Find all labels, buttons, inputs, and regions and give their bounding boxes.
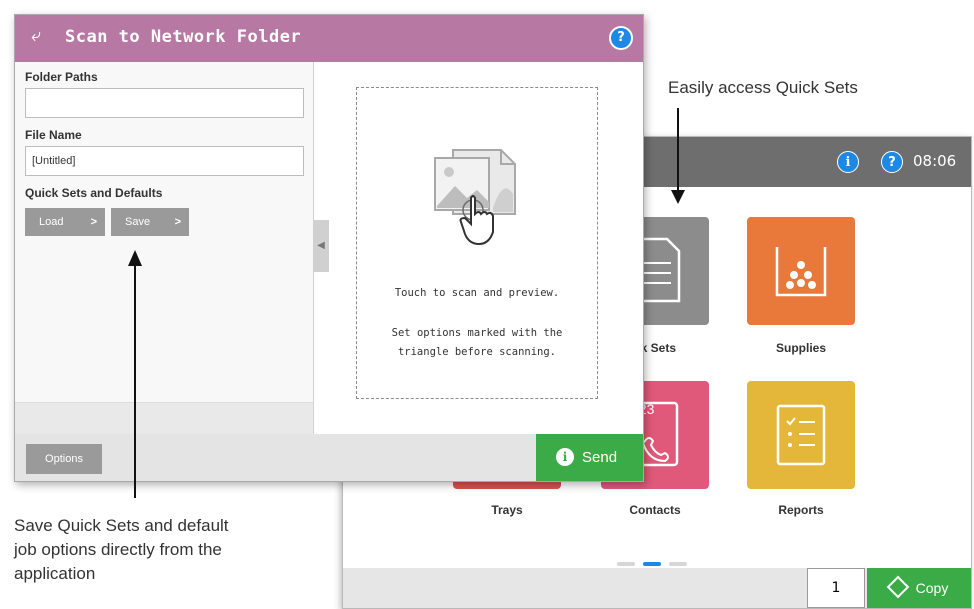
callout-save-quick-sets: Save Quick Sets and default job options … xyxy=(14,514,229,586)
settings-panel: Folder Paths File Name [Untitled] Quick … xyxy=(15,62,314,437)
scan-app-window: ⤶ Scan to Network Folder ? Folder Paths … xyxy=(14,14,644,482)
preview-hint-line1: Set options marked with the xyxy=(391,327,563,339)
callout-line: Save Quick Sets and default xyxy=(14,516,229,535)
supplies-icon xyxy=(775,247,827,297)
save-button-label: Save xyxy=(125,216,151,228)
save-button[interactable]: Save > xyxy=(111,208,189,236)
preview-instruction: Touch to scan and preview. xyxy=(394,287,560,299)
home-footer: 1 Copy xyxy=(343,568,971,608)
back-icon[interactable]: ⤶ xyxy=(31,25,41,46)
copy-button-label: Copy xyxy=(915,580,949,596)
reports-icon xyxy=(776,404,826,466)
chevron-right-icon: > xyxy=(90,216,97,228)
reports-label: Reports xyxy=(778,503,824,517)
trays-label: Trays xyxy=(491,503,523,517)
copies-input[interactable]: 1 xyxy=(807,568,865,608)
reports-tile[interactable] xyxy=(747,381,855,489)
file-name-label: File Name xyxy=(25,128,82,142)
scan-title-bar: ⤶ Scan to Network Folder ? xyxy=(15,15,643,62)
clock: 08:06 xyxy=(913,152,957,170)
arrow-down-line xyxy=(677,108,679,194)
load-button-label: Load xyxy=(39,216,64,228)
collapse-panel-handle[interactable]: ◀ xyxy=(313,220,329,272)
file-name-field[interactable]: [Untitled] xyxy=(25,146,304,176)
info-icon: i xyxy=(556,448,574,466)
contacts-label: Contacts xyxy=(629,503,681,517)
info-icon[interactable]: i xyxy=(837,151,859,173)
copy-start-icon xyxy=(886,575,909,599)
options-button[interactable]: Options xyxy=(26,444,102,474)
callout-line: application xyxy=(14,564,96,583)
scan-footer: Options i Send xyxy=(15,434,643,481)
chevron-right-icon: > xyxy=(174,216,181,228)
scan-preview-area[interactable]: Touch to scan and preview. Set options m… xyxy=(356,87,598,399)
callout-quick-sets: Easily access Quick Sets xyxy=(668,78,858,97)
page-dot[interactable] xyxy=(617,562,635,566)
load-button[interactable]: Load > xyxy=(25,208,105,236)
arrow-down-icon xyxy=(671,190,685,204)
settings-panel-lower xyxy=(15,402,313,437)
folder-paths-label: Folder Paths xyxy=(25,70,98,84)
help-icon[interactable]: ? xyxy=(609,26,633,50)
send-button-label: Send xyxy=(582,449,618,466)
folder-paths-field[interactable] xyxy=(25,88,304,118)
page-dot[interactable] xyxy=(669,562,687,566)
callout-line: job options directly from the xyxy=(14,540,222,559)
copy-button[interactable]: Copy xyxy=(867,568,971,608)
quick-sets-defaults-label: Quick Sets and Defaults xyxy=(25,186,163,200)
supplies-label: Supplies xyxy=(775,341,826,355)
help-icon[interactable]: ? xyxy=(881,151,903,173)
page-title: Scan to Network Folder xyxy=(65,27,302,47)
preview-hint-line2: triangle before scanning. xyxy=(397,346,557,358)
scan-preview-icon xyxy=(434,149,516,246)
send-button[interactable]: i Send xyxy=(536,434,643,481)
supplies-tile[interactable] xyxy=(747,217,855,325)
arrow-up-line xyxy=(134,264,136,498)
page-dot-active[interactable] xyxy=(643,562,661,566)
